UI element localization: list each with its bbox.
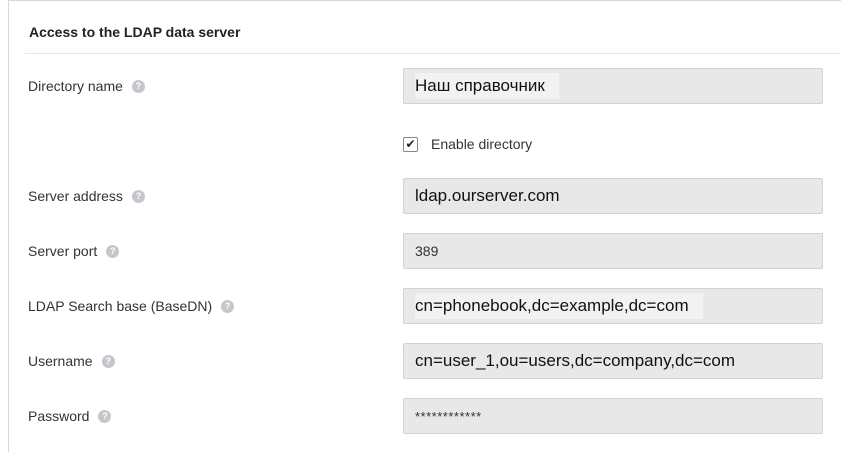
server-port-label: Server port ? bbox=[28, 243, 120, 259]
ldap-access-panel: Access to the LDAP data server Directory… bbox=[8, 0, 841, 452]
username-label: Username ? bbox=[28, 353, 115, 369]
divider bbox=[25, 53, 841, 54]
directory-name-label: Directory name ? bbox=[28, 78, 145, 94]
row-server-port: Server port ? 389 bbox=[9, 233, 841, 269]
search-base-field[interactable]: cn=phonebook,dc=example,dc=com bbox=[403, 288, 823, 324]
directory-name-field[interactable]: Наш справочник bbox=[403, 68, 823, 104]
row-password: Password ? ************ bbox=[9, 398, 841, 434]
row-username: Username ? cn=user_1,ou=users,dc=company… bbox=[9, 343, 841, 379]
password-field[interactable]: ************ bbox=[403, 398, 823, 434]
search-base-label: LDAP Search base (BaseDN) ? bbox=[28, 298, 235, 314]
password-label: Password ? bbox=[28, 408, 112, 424]
server-port-field[interactable]: 389 bbox=[403, 233, 823, 269]
enable-directory-label: Enable directory bbox=[431, 136, 533, 152]
help-icon[interactable]: ? bbox=[131, 79, 145, 93]
help-icon[interactable]: ? bbox=[221, 299, 235, 313]
section-title: Access to the LDAP data server bbox=[29, 24, 241, 40]
enable-directory-checkbox[interactable]: ✔ bbox=[403, 136, 418, 152]
help-icon[interactable]: ? bbox=[101, 354, 115, 368]
enable-directory-checkbox-row[interactable]: ✔ Enable directory bbox=[403, 133, 532, 155]
help-icon[interactable]: ? bbox=[98, 409, 112, 423]
checkmark-icon: ✔ bbox=[405, 137, 416, 151]
server-address-label: Server address ? bbox=[28, 188, 145, 204]
row-directory-name: Directory name ? Наш справочник bbox=[9, 68, 841, 104]
help-icon[interactable]: ? bbox=[106, 244, 120, 258]
username-field[interactable]: cn=user_1,ou=users,dc=company,dc=com bbox=[403, 343, 823, 379]
help-icon[interactable]: ? bbox=[131, 189, 145, 203]
row-server-address: Server address ? ldap.ourserver.com bbox=[9, 178, 841, 214]
row-search-base: LDAP Search base (BaseDN) ? cn=phonebook… bbox=[9, 288, 841, 324]
server-address-field[interactable]: ldap.ourserver.com bbox=[403, 178, 823, 214]
